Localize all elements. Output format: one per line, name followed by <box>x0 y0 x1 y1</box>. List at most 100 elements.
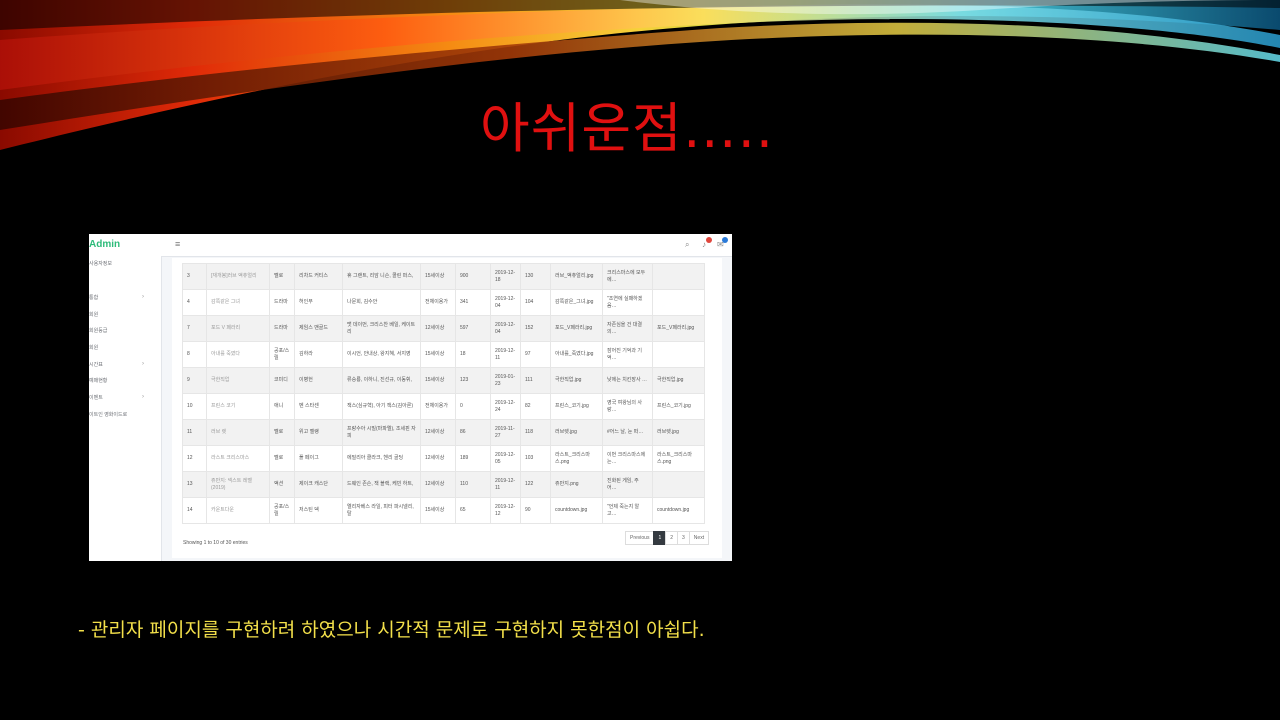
entries-info: Showing 1 to 10 of 30 entries <box>183 540 248 546</box>
table-cell: 아내를_죽였다.jpg <box>550 341 603 368</box>
sidebar-item[interactable]: 이벤트 › <box>89 394 153 401</box>
search-icon[interactable]: ⌕ <box>685 240 689 250</box>
table-body: 3 [재개봉]러브 액츄얼리 멜로 리차드 커티스 휴 그랜트, 리암 니슨, 콜린 퍼… <box>182 263 705 524</box>
table-cell: 82 <box>520 393 551 420</box>
table-cell: 341 <box>455 289 491 316</box>
table-row: 9 극한직업 코미디 이병헌 류승룡, 이하니, 진선규, 이동휘, 15세이상 123 20… <box>182 367 705 394</box>
table-cell: 위고 젤랭 <box>294 419 343 446</box>
table-row: 10 프린스 코기 애니 벤 스타센 잭스(심규혁), 아기 잭스(김아론) 전체이용가 0… <box>182 393 705 420</box>
movie-title-link[interactable]: 아내를 죽였다 <box>206 341 270 368</box>
movie-title-link[interactable]: 프린스 코기 <box>206 393 270 420</box>
table-cell: 코미디 <box>269 367 295 394</box>
table-cell: "언제 죽는지 알고… <box>602 497 653 524</box>
table-cell: 122 <box>520 471 551 498</box>
sidebar-item[interactable]: 회원 <box>89 311 98 318</box>
table-cell: 공포/스릴 <box>269 497 295 524</box>
table-cell: 자존심을 건 대결의… <box>602 315 653 342</box>
admin-sidebar: 사용자정보 통합 › 회원 회원등급 회원 시간표 › 예매현황 이벤트 › 이트인 … <box>89 256 162 561</box>
chevron-right-icon: › <box>142 294 144 300</box>
chevron-right-icon: › <box>142 361 144 367</box>
table-cell: 멜로 <box>269 445 295 472</box>
table-row: 4 감쪽같은 그녀 드라마 허인무 나문희, 김수안 전체이용가 341 2019-12-04… <box>182 289 705 316</box>
table-cell: 130 <box>520 263 551 290</box>
table-cell: 2019-12-18 <box>490 263 521 290</box>
table-cell: 15세이상 <box>420 497 456 524</box>
table-cell: 극한직업.jpg <box>550 367 603 394</box>
sidebar-item[interactable]: 사용자정보 <box>89 260 112 267</box>
table-cell: 멜로 <box>269 419 295 446</box>
table-cell: 0 <box>455 393 491 420</box>
table-cell: "조연에 실패하겠음… <box>602 289 653 316</box>
table-cell: 김하라 <box>294 341 343 368</box>
table-cell: 104 <box>520 289 551 316</box>
table-cell: 86 <box>455 419 491 446</box>
sidebar-item[interactable]: 예매현황 <box>89 377 107 384</box>
table-cell: 멜로 <box>269 263 295 290</box>
table-cell: 이번 크리스마스에는… <box>602 445 653 472</box>
table-cell: 189 <box>455 445 491 472</box>
table-cell: 저스틴 덱 <box>294 497 343 524</box>
table-cell: 2019-12-04 <box>490 315 521 342</box>
table-cell: 이병헌 <box>294 367 343 394</box>
table-cell: countdown.jpg <box>652 497 705 524</box>
table-cell: 에밀리아 클라크, 헨리 골딩 <box>342 445 421 472</box>
sidebar-item[interactable]: 통합 › <box>89 294 153 301</box>
table-cell: 11 <box>182 419 207 446</box>
table-cell <box>652 471 705 498</box>
table-cell: 제이크 캐스단 <box>294 471 343 498</box>
previous-page-button[interactable]: Previous <box>625 531 655 545</box>
table-cell: 15세이상 <box>420 263 456 290</box>
table-cell: 애니 <box>269 393 295 420</box>
table-cell: 13 <box>182 471 207 498</box>
movie-title-link[interactable]: 감쪽같은 그녀 <box>206 289 270 316</box>
table-cell: 4 <box>182 289 207 316</box>
table-cell: 낮에는 치킨장사 … <box>602 367 653 394</box>
table-cell: 10 <box>182 393 207 420</box>
table-row: 12 라스트 크리스마스 멜로 폴 페이그 에밀리아 클라크, 헨리 골딩 12세이상 18… <box>182 445 705 472</box>
table-cell: 전체이용가 <box>420 393 456 420</box>
sidebar-item[interactable]: 이트인 영화이드로 <box>89 411 127 418</box>
table-cell: 12세이상 <box>420 419 456 446</box>
table-cell: 8 <box>182 341 207 368</box>
table-cell: 12세이상 <box>420 471 456 498</box>
table-cell: 65 <box>455 497 491 524</box>
table-cell: 전체이용가 <box>420 289 456 316</box>
table-cell: 이시언, 안내상, 왕지혜, 서지영 <box>342 341 421 368</box>
movie-title-link[interactable]: 라스트 크리스마스 <box>206 445 270 472</box>
slide: 아쉬운점….. Admin ≡ ⌕ ♪ ✉ 사용자정보 통합 › 회원 회원등급 … <box>0 0 1280 720</box>
next-page-button[interactable]: Next <box>688 531 710 545</box>
table-cell: 라스트_크리스마스.png <box>652 445 705 472</box>
movie-title-link[interactable]: [재개봉]러브 액츄얼리 <box>206 263 270 290</box>
table-cell: 14 <box>182 497 207 524</box>
table-cell: 12 <box>182 445 207 472</box>
table-cell: 포드_V페라리.jpg <box>652 315 705 342</box>
table-cell: 잠어진 기억과 기억… <box>602 341 653 368</box>
movie-title-link[interactable]: 쥬만지: 넥스트 레벨 (2019) <box>206 471 270 498</box>
movie-title-link[interactable]: 극한직업 <box>206 367 270 394</box>
table-cell: 900 <box>455 263 491 290</box>
admin-brand[interactable]: Admin <box>89 239 120 250</box>
table-cell: 118 <box>520 419 551 446</box>
table-cell: 잭스(심규혁), 아기 잭스(김아론) <box>342 393 421 420</box>
sidebar-item[interactable]: 회원 <box>89 344 98 351</box>
table-cell: 프린스_코기.jpg <box>652 393 705 420</box>
table-row: 7 포드 V 페라리 드라마 제임스 맨골드 맷 데이먼, 크리스찬 베일, 케이트리 1… <box>182 315 705 342</box>
sidebar-item[interactable]: 회원등급 <box>89 327 107 334</box>
table-cell: 감쪽같은_그녀.jpg <box>550 289 603 316</box>
movie-title-link[interactable]: 카운트다운 <box>206 497 270 524</box>
table-cell: 러브렛.jpg <box>652 419 705 446</box>
movie-title-link[interactable]: 러브 렛 <box>206 419 270 446</box>
admin-navbar: Admin ≡ ⌕ ♪ ✉ <box>89 234 732 257</box>
table-cell: 제임스 맨골드 <box>294 315 343 342</box>
sidebar-item[interactable]: 시간표 › <box>89 361 153 368</box>
table-cell: 3 <box>182 263 207 290</box>
table-cell: 드웨인 존슨, 잭 블랙, 케빈 하트, <box>342 471 421 498</box>
movie-title-link[interactable]: 포드 V 페라리 <box>206 315 270 342</box>
table-cell: 드라마 <box>269 315 295 342</box>
table-cell: 2019-12-05 <box>490 445 521 472</box>
table-cell: 라스트_크리스마스.png <box>550 445 603 472</box>
slide-title: 아쉬운점….. <box>480 97 775 160</box>
table-cell: 90 <box>520 497 551 524</box>
hamburger-icon[interactable]: ≡ <box>175 239 180 249</box>
table-cell: 2019-12-12 <box>490 497 521 524</box>
